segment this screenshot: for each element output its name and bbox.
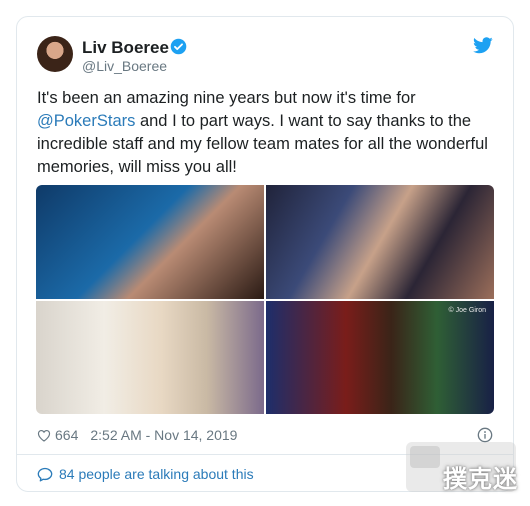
photo-credit: © Joe Giron (448, 307, 486, 314)
tweet-text-before: It's been an amazing nine years but now … (37, 89, 416, 107)
twitter-bird-icon[interactable] (473, 37, 493, 54)
watermark-text: 撲克迷 (443, 466, 518, 493)
like-count[interactable]: 664 (55, 427, 78, 443)
tweet-meta: 664 2:52 AM - Nov 14, 2019 (37, 427, 237, 443)
photo-1[interactable] (36, 185, 264, 299)
talking-text: 84 people are talking about this (59, 466, 254, 482)
photo-4[interactable]: © Joe Giron (266, 301, 494, 414)
heart-icon[interactable] (37, 429, 51, 442)
photo-3[interactable] (36, 301, 264, 414)
verified-badge-icon (170, 38, 187, 55)
mention-link[interactable]: @PokerStars (37, 112, 135, 130)
tweet-card: Liv Boeree @Liv_Boeree It's been an amaz… (16, 16, 514, 492)
author-avatar[interactable] (37, 36, 73, 72)
author-handle[interactable]: @Liv_Boeree (82, 58, 167, 74)
talking-link[interactable]: 84 people are talking about this (37, 466, 254, 482)
timestamp[interactable]: 2:52 AM - Nov 14, 2019 (90, 427, 237, 443)
speech-bubble-icon (37, 467, 53, 482)
media-grid: © Joe Giron (36, 185, 494, 414)
author-name[interactable]: Liv Boeree (82, 38, 169, 58)
photo-2[interactable] (266, 185, 494, 299)
tweet-text: It's been an amazing nine years but now … (37, 87, 495, 179)
